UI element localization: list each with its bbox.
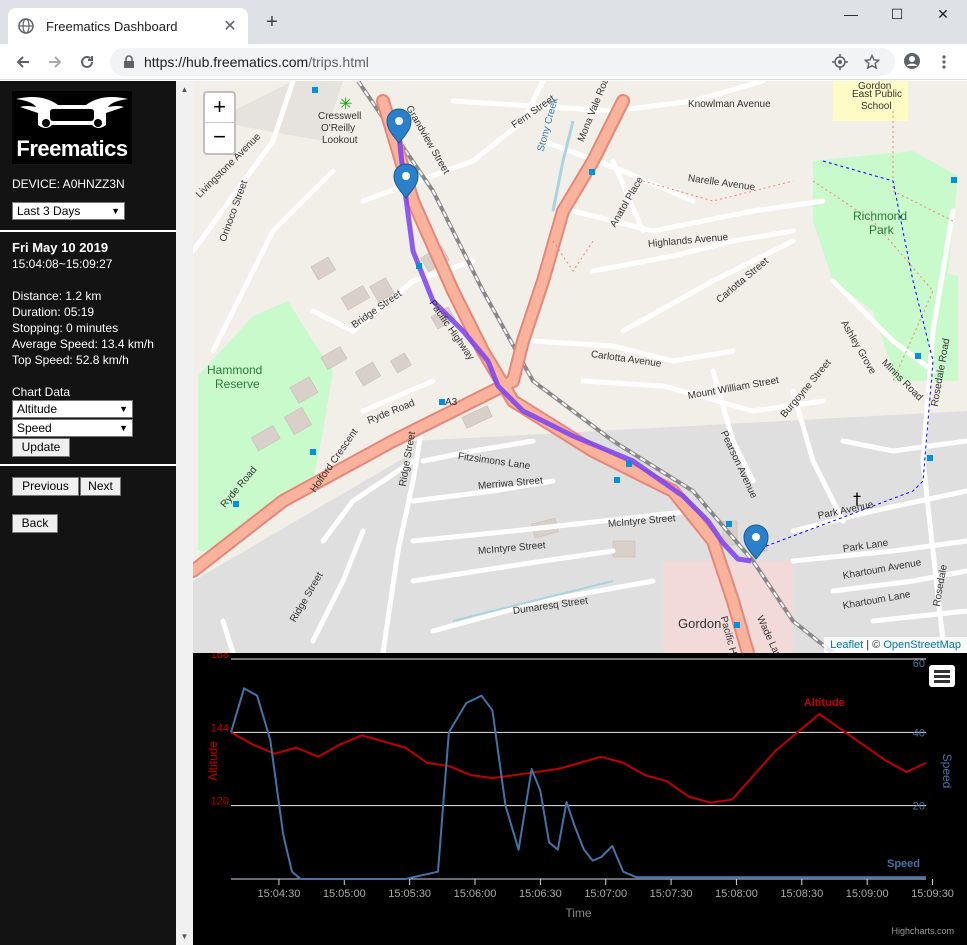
series-label-speed: Speed <box>887 858 920 870</box>
chart-svg: 120 144 168 20 40 60 15:04:30 15:05:00 15:05:30 1… <box>206 653 954 936</box>
x-axis-title: Time <box>565 906 592 920</box>
divider <box>0 464 176 466</box>
dropdown-caret-icon: ▼ <box>111 206 120 216</box>
trip-date: Fri May 10 2019 <box>12 240 109 255</box>
chart-series-1-select[interactable]: Altitude ▼ <box>12 400 133 418</box>
y-left-tick: 144 <box>211 722 229 734</box>
url-text: https://hub.freematics.com/trips.html <box>144 54 369 70</box>
dropdown-caret-icon: ▼ <box>119 404 128 414</box>
map-label-school-gordon-2: East Public <box>852 89 903 100</box>
trip-time: 15:04:08~15:09:27 <box>12 257 113 271</box>
close-window-icon[interactable]: ✕ <box>928 6 958 26</box>
leaflet-link[interactable]: Leaflet <box>830 639 863 651</box>
maximize-icon[interactable]: ☐ <box>882 6 912 26</box>
map-label-poi-oreilly: O'Reilly <box>321 123 356 134</box>
freematics-logo: Freematics <box>12 91 132 164</box>
location-icon[interactable] <box>832 54 848 70</box>
star-icon[interactable] <box>864 54 880 70</box>
next-button[interactable]: Next <box>80 477 121 496</box>
dropdown-caret-icon: ▼ <box>119 423 128 433</box>
close-tab-icon[interactable]: ✕ <box>222 16 238 36</box>
account-icon[interactable] <box>903 52 921 70</box>
more-menu-icon[interactable] <box>936 54 952 70</box>
chart-data-label: Chart Data <box>12 385 71 399</box>
x-tick-label: 15:07:00 <box>584 888 627 900</box>
x-tick-label: 15:09:00 <box>846 888 889 900</box>
y-right-tick: 20 <box>913 801 925 813</box>
x-tick-label: 15:08:30 <box>780 888 823 900</box>
x-tick-label: 15:09:30 <box>911 888 954 900</box>
y-left-tick: 120 <box>211 796 229 808</box>
x-tick-label: 15:05:30 <box>388 888 431 900</box>
logo-text: Freematics <box>16 136 128 161</box>
map-label-poi-cresswell: Cresswell <box>318 111 362 122</box>
series-label-altitude: Altitude <box>804 697 845 709</box>
browser-tab[interactable]: Freematics Dashboard ✕ <box>8 8 248 44</box>
update-button[interactable]: Update <box>12 438 70 457</box>
y-left-tick: 168 <box>211 653 229 661</box>
map-label-reserve-hammond-2: Reserve <box>215 377 260 391</box>
openstreetmap-link[interactable]: OpenStreetMap <box>883 639 961 651</box>
zoom-in-button[interactable]: + <box>205 93 234 123</box>
lock-icon <box>124 55 134 68</box>
map-label-reserve-hammond-1: Hammond <box>207 363 263 377</box>
trip-chart: 120 144 168 20 40 60 15:04:30 15:05:00 15:05:30 1… <box>193 653 967 945</box>
trip-duration: Duration: 05:19 <box>12 305 95 319</box>
browser-toolbar: https://hub.freematics.com/trips.html <box>0 44 967 80</box>
new-tab-icon[interactable]: + <box>262 12 282 32</box>
map-tiles: ✳ † <box>193 81 967 653</box>
back-button[interactable]: Back <box>12 514 58 533</box>
chart-menu-icon[interactable] <box>929 665 955 687</box>
map-label-poi-lookout: Lookout <box>322 135 358 146</box>
browser-titlebar: Freematics Dashboard ✕ + — ☐ ✕ <box>0 0 967 44</box>
trip-map[interactable]: ✳ † Cresswell O'Reilly Lookout Knowlman Ave… <box>193 81 967 653</box>
trip-distance: Distance: 1.2 km <box>12 289 102 303</box>
address-bar[interactable]: https://hub.freematics.com/trips.html <box>110 48 895 76</box>
map-attribution: Leaflet | © OpenStreetMap <box>824 637 967 653</box>
zoom-out-button[interactable]: − <box>205 123 234 153</box>
sidebar: Freematics DEVICE: A0HNZZ3N Last 3 Days ▼… <box>0 81 176 945</box>
map-label-route-a3: A3 <box>445 397 458 408</box>
y-left-title: Altitude <box>206 741 220 781</box>
scroll-up-icon[interactable]: ▲ <box>176 81 193 98</box>
x-tick-label: 15:07:30 <box>650 888 693 900</box>
trip-stopping: Stopping: 0 minutes <box>12 321 119 335</box>
x-tick-label: 15:06:30 <box>519 888 562 900</box>
map-label-suburb-gordon: Gordon <box>678 616 722 631</box>
minimize-icon[interactable]: — <box>836 6 866 26</box>
scroll-down-icon[interactable]: ▼ <box>176 928 193 945</box>
winged-car-icon <box>16 97 128 128</box>
forward-arrow-icon[interactable] <box>44 51 66 73</box>
divider <box>0 230 176 232</box>
y-right-tick: 60 <box>913 658 925 670</box>
x-tick-label: 15:08:00 <box>715 888 758 900</box>
y-right-tick: 40 <box>913 727 925 739</box>
range-select[interactable]: Last 3 Days ▼ <box>12 202 125 220</box>
map-label-park-richmond-1: Richmond <box>853 209 908 223</box>
page-scrollbar[interactable]: ▲ ▼ <box>176 81 193 945</box>
device-label: DEVICE: A0HNZZ3N <box>12 177 125 191</box>
series-line-altitude <box>230 713 927 804</box>
chart-series-2-select[interactable]: Speed ▼ <box>12 419 133 437</box>
map-label-park-richmond-2: Park <box>869 223 894 237</box>
zoom-control: + − <box>203 91 236 155</box>
trip-top-speed: Top Speed: 52.8 km/h <box>12 353 129 367</box>
reload-icon[interactable] <box>76 51 98 73</box>
y-right-title: Speed <box>940 754 954 789</box>
chart-credit: Highcharts.com <box>891 926 954 936</box>
previous-button[interactable]: Previous <box>12 477 79 496</box>
trip-avg-speed: Average Speed: 13.4 km/h <box>12 337 154 351</box>
back-arrow-icon[interactable] <box>12 51 34 73</box>
x-tick-label: 15:04:30 <box>258 888 301 900</box>
globe-icon <box>18 18 34 34</box>
map-label-street-knowlman: Knowlman Avenue <box>688 99 771 110</box>
map-label-school-gordon-3: School <box>861 101 892 112</box>
tab-title: Freematics Dashboard <box>46 18 178 34</box>
x-tick-label: 15:05:00 <box>323 888 366 900</box>
x-tick-label: 15:06:00 <box>454 888 497 900</box>
